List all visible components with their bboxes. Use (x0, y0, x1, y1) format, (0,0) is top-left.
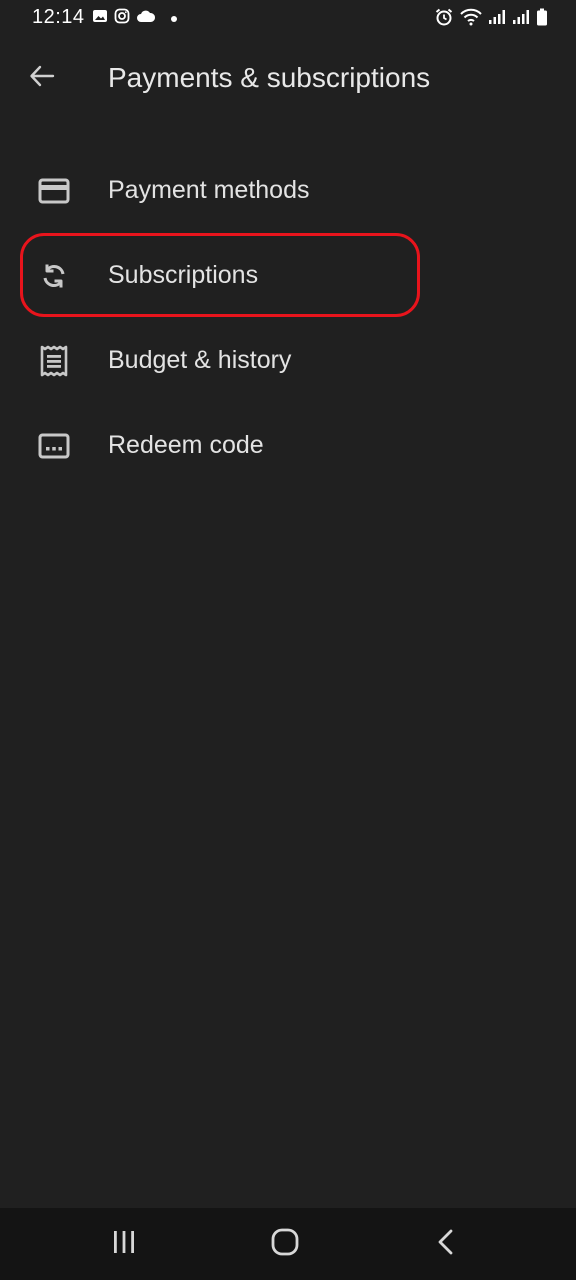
home-button[interactable] (257, 1220, 313, 1268)
arrow-left-icon (28, 62, 56, 95)
receipt-icon (36, 343, 72, 379)
menu-item-redeem-code[interactable]: Redeem code (0, 403, 576, 488)
menu-item-label: Budget & history (108, 346, 292, 374)
signal-icon (488, 9, 506, 30)
home-icon (270, 1227, 300, 1262)
signal-icon (512, 9, 530, 30)
nav-back-button[interactable] (418, 1220, 474, 1268)
wifi-icon (460, 8, 482, 31)
page-title: Payments & subscriptions (108, 62, 431, 93)
status-right-icons (434, 7, 548, 32)
menu-item-label: Subscriptions (108, 261, 259, 289)
nav-bar (0, 1208, 576, 1280)
image-icon (92, 8, 108, 29)
menu-item-label: Payment methods (108, 176, 310, 204)
dot-icon (170, 10, 178, 28)
status-left-icons (92, 8, 178, 29)
sync-icon (36, 258, 72, 294)
status-time: 12:14 (32, 6, 85, 28)
status-bar: 12:14 (0, 0, 576, 36)
menu-item-subscriptions[interactable]: Subscriptions (0, 233, 576, 318)
menu-item-payment-methods[interactable]: Payment methods (0, 148, 576, 233)
redeem-code-icon (36, 428, 72, 464)
app-bar: Payments & subscriptions (0, 40, 576, 116)
menu-item-budget-history[interactable]: Budget & history (0, 318, 576, 403)
menu-item-label: Redeem code (108, 431, 264, 459)
instagram-icon (114, 8, 130, 29)
recent-apps-icon (110, 1229, 138, 1260)
back-icon (435, 1228, 457, 1261)
battery-icon (536, 8, 548, 31)
credit-card-icon (36, 173, 72, 209)
recent-apps-button[interactable] (96, 1220, 152, 1268)
menu-list: Payment methods Subscriptions Budget & h… (0, 148, 576, 488)
back-button[interactable] (18, 54, 66, 102)
cloud-icon (136, 9, 156, 28)
screen: 12:14 Payments & subscriptions Payment m… (0, 0, 576, 1280)
alarm-icon (434, 7, 454, 32)
